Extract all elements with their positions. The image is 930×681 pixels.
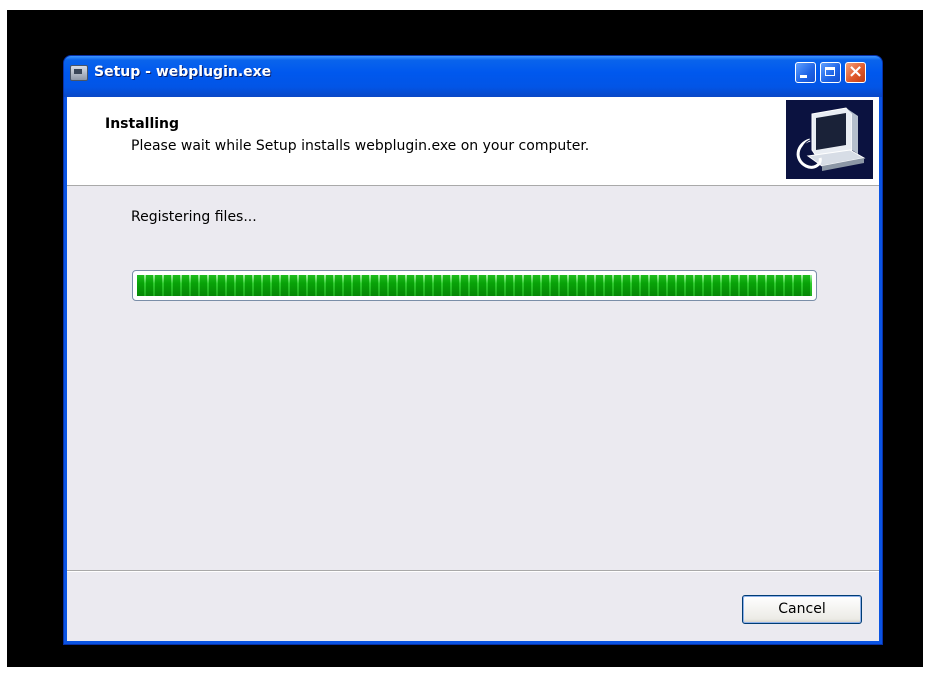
wizard-body: Registering files... [67,186,879,570]
progress-fill [137,275,812,296]
setup-app-icon[interactable] [70,65,88,81]
window-title: Setup - webplugin.exe [94,64,272,80]
minimize-icon [800,75,807,78]
wizard-header: Installing Please wait while Setup insta… [67,97,879,186]
setup-window: Setup - webplugin.exe × Installing Pleas… [63,55,883,645]
status-label: Registering files... [131,209,257,225]
window-client-area: Installing Please wait while Setup insta… [67,97,879,641]
maximize-icon [825,67,835,76]
footer-divider [67,570,879,572]
maximize-button[interactable] [820,62,841,83]
close-icon: × [847,61,864,82]
minimize-button[interactable] [795,62,816,83]
close-button[interactable]: × [845,61,866,83]
title-bar[interactable]: Setup - webplugin.exe × [64,56,882,97]
computer-install-icon [786,100,873,179]
cancel-button[interactable]: Cancel [742,595,862,624]
install-progress-bar [132,270,817,301]
page-title: Installing [105,116,180,132]
page-subtitle: Please wait while Setup installs webplug… [131,138,590,154]
